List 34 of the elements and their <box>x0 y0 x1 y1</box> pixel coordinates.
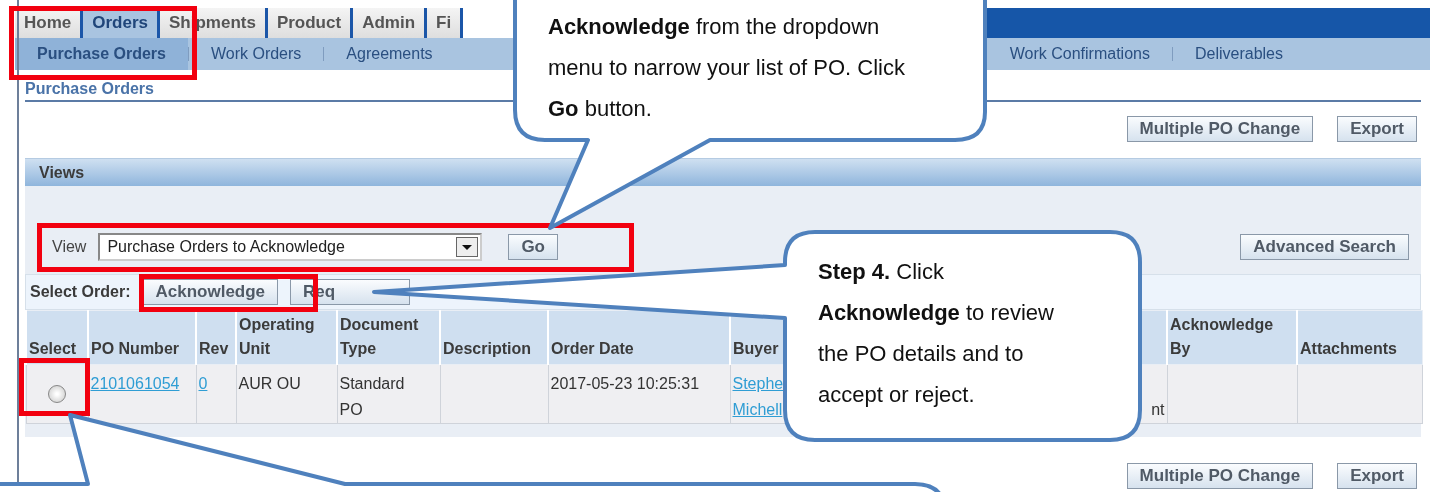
go-button[interactable]: Go <box>508 233 558 260</box>
subnav-tab[interactable]: Work Orders <box>188 38 324 70</box>
nav-tab[interactable]: Fi <box>427 8 464 38</box>
column-header: Order Date <box>548 310 730 365</box>
order-action-button[interactable]: Acknowledge <box>142 279 279 305</box>
dropdown-caret-icon <box>456 236 479 257</box>
advanced-search-button[interactable]: Advanced Search <box>1240 233 1409 260</box>
subnav-tab[interactable]: Agreements <box>324 38 455 70</box>
subnav-tab[interactable]: Purchase Orders <box>15 38 188 70</box>
subnav-tab[interactable]: Work Confirmations <box>987 38 1172 70</box>
toolbar-button[interactable]: Multiple PO Change <box>1126 116 1314 142</box>
nav-tab[interactable]: Admin <box>353 8 427 38</box>
view-label: View <box>52 237 87 256</box>
toolbar-button[interactable]: Export <box>1337 116 1417 142</box>
select-order-label: Select Order: <box>30 283 131 301</box>
table-cell-text: 2017-05-23 10:25:31 <box>550 374 700 394</box>
column-header: Acknowledge By <box>1167 310 1297 365</box>
subnav-tab[interactable]: Deliverables <box>1172 38 1305 70</box>
table-cell-text: nt <box>1151 400 1165 420</box>
panel-header: Views <box>25 158 1421 186</box>
table-cell-text: Standard PO <box>339 374 405 420</box>
column-header: Description <box>440 310 548 365</box>
select-radio[interactable] <box>48 385 66 403</box>
column-header: Rev <box>196 310 236 365</box>
toolbar-button[interactable]: Export <box>1337 463 1417 489</box>
table-cell-text: AUR OU <box>238 374 301 394</box>
column-header: PO Number <box>88 310 196 365</box>
toolbar-button[interactable]: Multiple PO Change <box>1126 463 1314 489</box>
column-header: Document Type <box>337 310 440 365</box>
column-header: Attachments <box>1297 310 1422 365</box>
view-dropdown[interactable]: Purchase Orders to Acknowledge <box>98 232 483 261</box>
column-header: Operating Unit <box>236 310 337 365</box>
nav-tab[interactable]: Product <box>267 8 354 38</box>
callout-text: Step 4. Click Acknowledge to review the PO details and to accept or reject. <box>818 258 1055 409</box>
